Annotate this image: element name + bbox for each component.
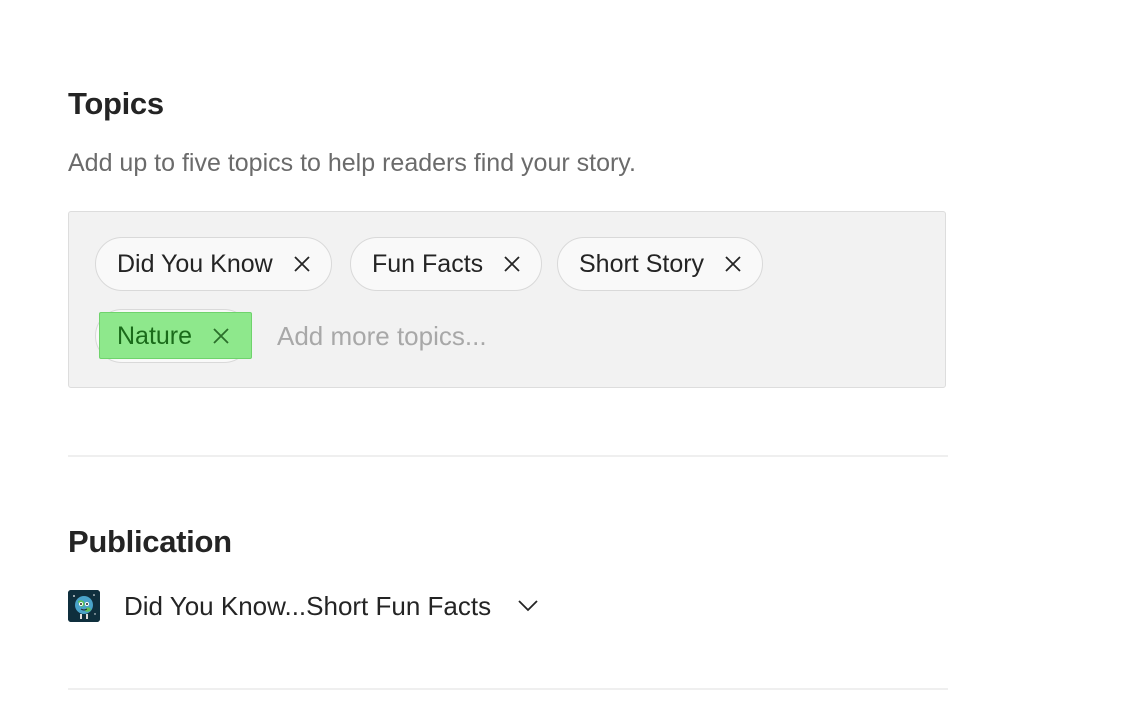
topic-chip-did-you-know: Did You Know [95, 237, 332, 291]
globe-mascot-icon [68, 590, 100, 622]
add-topics-input[interactable] [277, 316, 677, 356]
publication-select[interactable]: Did You Know...Short Fun Facts [68, 586, 539, 626]
topic-chip-nature: Nature [95, 309, 252, 363]
remove-topic-nature-close-icon[interactable] [210, 325, 232, 347]
topics-description: Add up to five topics to help readers fi… [68, 149, 636, 177]
topics-title: Topics [68, 86, 164, 121]
publication-name: Did You Know...Short Fun Facts [124, 590, 492, 621]
topic-chip-label: Fun Facts [372, 250, 484, 278]
topics-input-box[interactable]: Did You Know Fun Facts Short Story Natur… [68, 211, 946, 388]
chevron-down-icon[interactable] [517, 595, 539, 617]
publication-title: Publication [68, 524, 232, 559]
topic-chip-short-story: Short Story [557, 237, 764, 291]
remove-topic-did-you-know-close-icon[interactable] [291, 253, 313, 275]
remove-topic-fun-facts-close-icon[interactable] [501, 253, 523, 275]
topic-chip-fun-facts: Fun Facts [350, 237, 543, 291]
publication-section: Publication Did You Know...Short Fun Fac… [68, 522, 948, 622]
topic-chip-label: Nature [117, 322, 193, 350]
topics-section: Topics Add up to five topics to help rea… [68, 84, 948, 388]
remove-topic-short-story-close-icon[interactable] [722, 253, 744, 275]
section-divider [68, 688, 948, 690]
section-divider [68, 455, 948, 457]
story-settings-page: Topics Add up to five topics to help rea… [0, 0, 1136, 704]
topic-chip-label: Did You Know [117, 250, 273, 278]
topic-chip-label: Short Story [579, 250, 705, 278]
